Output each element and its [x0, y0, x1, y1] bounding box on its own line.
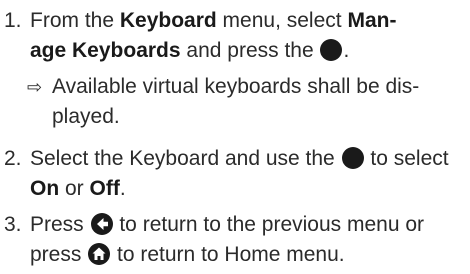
- step-text-part: .: [119, 177, 126, 200]
- option-on: On: [30, 177, 60, 200]
- home-icon: [88, 243, 111, 265]
- step-text-part: .: [343, 39, 350, 62]
- step-2: 2. Select the Keyboard and use the to se…: [0, 144, 464, 204]
- result-text: Available virtual keyboards shall be dis…: [52, 75, 420, 128]
- step-text-part: or: [59, 177, 90, 200]
- step-text: Select the Keyboard and use the to selec…: [30, 144, 464, 204]
- step-1: 1. From the Keyboard menu, select Man-ag…: [0, 6, 464, 66]
- result-arrow-icon: ⇨: [27, 77, 43, 97]
- step-text-part: Press: [30, 213, 90, 236]
- ok-button-icon: [341, 147, 364, 169]
- option-off: Off: [89, 177, 120, 200]
- step-number: 1.: [4, 9, 22, 32]
- step-text-part: to select: [364, 147, 449, 170]
- step-number: 3.: [4, 213, 22, 236]
- step-text-part: menu, select: [216, 9, 348, 32]
- result-note: ⇨ Available virtual keyboards shall be d…: [0, 72, 464, 132]
- back-arrow-icon: [90, 213, 113, 235]
- step-text-part: and press the: [180, 39, 320, 62]
- step-text-part: to return to Home menu.: [111, 243, 345, 266]
- step-text-part: Select the Keyboard and use the: [30, 147, 341, 170]
- step-3: 3. Press to return to the previous menu …: [0, 210, 464, 270]
- step-text: Press to return to the previous menu or …: [30, 210, 464, 270]
- step-text: From the Keyboard menu, select Man-age K…: [30, 6, 464, 66]
- step-text-part: From the: [30, 9, 120, 32]
- step-number: 2.: [4, 147, 22, 170]
- ok-button-icon: [320, 39, 343, 61]
- menu-name-keyboard: Keyboard: [119, 9, 217, 32]
